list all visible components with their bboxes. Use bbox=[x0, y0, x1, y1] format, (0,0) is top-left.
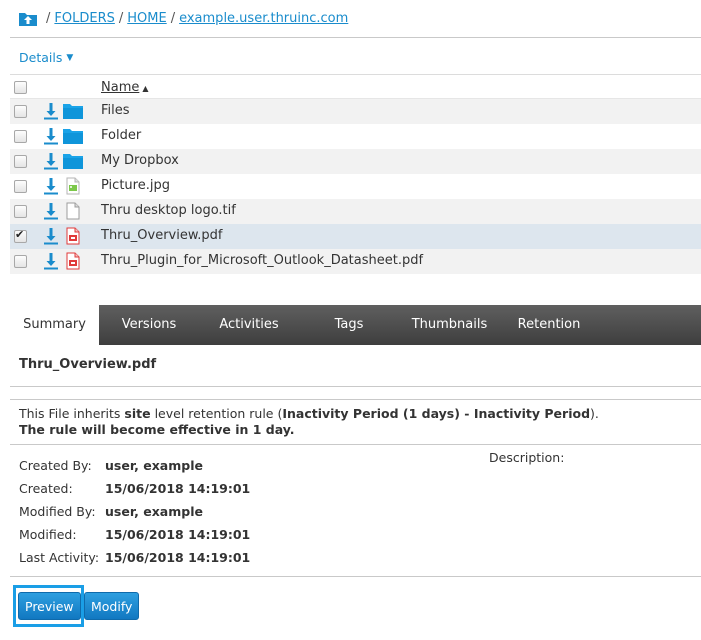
retention-text: This File inherits bbox=[19, 406, 125, 421]
meta-label: Created: bbox=[19, 481, 73, 496]
row-checkbox[interactable] bbox=[14, 130, 27, 143]
breadcrumb-folders-link[interactable]: FOLDERS bbox=[54, 11, 114, 26]
file-name[interactable]: Picture.jpg bbox=[101, 178, 170, 193]
tab-thumbnails[interactable]: Thumbnails bbox=[407, 305, 492, 345]
table-row[interactable]: Thru_Plugin_for_Microsoft_Outlook_Datash… bbox=[10, 249, 701, 274]
image-file-icon bbox=[66, 177, 80, 195]
retention-level: site bbox=[124, 406, 151, 421]
row-checkbox[interactable] bbox=[14, 255, 27, 268]
table-header: Name ▲ bbox=[10, 74, 701, 99]
folder-icon bbox=[63, 129, 83, 144]
retention-rule: Inactivity Period (1 days) - Inactivity … bbox=[282, 406, 591, 421]
divider bbox=[10, 37, 701, 38]
tab-tags[interactable]: Tags bbox=[314, 305, 384, 345]
generic-file-icon bbox=[66, 202, 80, 220]
table-row[interactable]: Picture.jpg bbox=[10, 174, 701, 199]
tab-bar: Summary Versions Activities Tags Thumbna… bbox=[10, 305, 701, 345]
file-name[interactable]: Thru_Plugin_for_Microsoft_Outlook_Datash… bbox=[101, 253, 423, 268]
tab-versions[interactable]: Versions bbox=[109, 305, 189, 345]
table-row[interactable]: Folder bbox=[10, 124, 701, 149]
file-table: Name ▲ Files Folder My Dropbox Picture.jp… bbox=[10, 74, 701, 274]
row-checkbox[interactable] bbox=[14, 205, 27, 218]
meta-row: Modified: 15/06/2018 14:19:01 bbox=[19, 525, 319, 548]
breadcrumb-separator: / bbox=[118, 10, 124, 26]
breadcrumb-separator: / bbox=[46, 10, 51, 26]
row-checkbox[interactable] bbox=[14, 155, 27, 168]
meta-row: Created By: user, example bbox=[19, 456, 319, 479]
table-row[interactable]: Files bbox=[10, 99, 701, 124]
tab-retention[interactable]: Retention bbox=[510, 305, 588, 345]
retention-notice: This File inherits site level retention … bbox=[19, 406, 599, 438]
breadcrumb: / FOLDERS / HOME / example.user.thruinc.… bbox=[18, 8, 348, 28]
file-metadata: Created By: user, example Created: 15/06/2… bbox=[19, 456, 319, 571]
meta-label: Modified By: bbox=[19, 504, 96, 519]
meta-value: 15/06/2018 14:19:01 bbox=[105, 481, 251, 496]
pdf-file-icon bbox=[66, 227, 80, 245]
name-column-header[interactable]: Name ▲ bbox=[101, 80, 149, 95]
retention-text: level retention rule ( bbox=[150, 406, 283, 421]
meta-row: Modified By: user, example bbox=[19, 502, 319, 525]
folder-icon bbox=[63, 154, 83, 169]
download-icon[interactable] bbox=[43, 152, 59, 170]
file-name[interactable]: Thru_Overview.pdf bbox=[101, 228, 223, 243]
meta-value: 15/06/2018 14:19:01 bbox=[105, 527, 251, 542]
meta-value: user, example bbox=[105, 458, 203, 473]
description-label: Description: bbox=[489, 450, 565, 465]
divider bbox=[10, 576, 701, 577]
table-row[interactable]: My Dropbox bbox=[10, 149, 701, 174]
row-checkbox-checked[interactable] bbox=[14, 228, 27, 243]
download-icon[interactable] bbox=[43, 252, 59, 270]
table-row-selected[interactable]: Thru_Overview.pdf bbox=[10, 224, 701, 249]
folder-up-icon[interactable] bbox=[18, 9, 38, 27]
file-name[interactable]: Thru desktop logo.tif bbox=[101, 203, 236, 218]
caret-down-icon: ▼ bbox=[66, 52, 74, 63]
download-icon[interactable] bbox=[43, 227, 59, 245]
name-header-label: Name bbox=[101, 80, 140, 95]
download-icon[interactable] bbox=[43, 127, 59, 145]
meta-row: Last Activity: 15/06/2018 14:19:01 bbox=[19, 548, 319, 571]
meta-row: Created: 15/06/2018 14:19:01 bbox=[19, 479, 319, 502]
retention-effective: The rule will become effective in 1 day. bbox=[19, 422, 295, 437]
breadcrumb-separator: / bbox=[170, 10, 176, 26]
retention-text: ). bbox=[590, 406, 599, 421]
tab-activities[interactable]: Activities bbox=[209, 305, 289, 345]
breadcrumb-home-link[interactable]: HOME bbox=[127, 11, 166, 26]
meta-value: 15/06/2018 14:19:01 bbox=[105, 550, 251, 565]
divider bbox=[10, 386, 701, 387]
details-label: Details bbox=[19, 50, 63, 65]
row-checkbox[interactable] bbox=[14, 105, 27, 118]
divider bbox=[10, 444, 701, 445]
folder-icon bbox=[63, 104, 83, 119]
file-name[interactable]: My Dropbox bbox=[101, 153, 179, 168]
row-checkbox[interactable] bbox=[14, 180, 27, 193]
meta-label: Modified: bbox=[19, 527, 77, 542]
file-title: Thru_Overview.pdf bbox=[19, 357, 157, 372]
breadcrumb-user-link[interactable]: example.user.thruinc.com bbox=[179, 11, 348, 26]
download-icon[interactable] bbox=[43, 202, 59, 220]
select-all-checkbox[interactable] bbox=[14, 81, 27, 94]
pdf-file-icon bbox=[66, 252, 80, 270]
modify-button[interactable]: Modify bbox=[84, 592, 140, 620]
meta-label: Last Activity: bbox=[19, 550, 100, 565]
file-name[interactable]: Files bbox=[101, 103, 130, 118]
download-icon[interactable] bbox=[43, 177, 59, 195]
divider bbox=[10, 399, 701, 400]
download-icon[interactable] bbox=[43, 102, 59, 120]
tab-summary[interactable]: Summary bbox=[10, 305, 99, 345]
meta-label: Created By: bbox=[19, 458, 92, 473]
preview-button[interactable]: Preview bbox=[18, 592, 81, 620]
details-dropdown[interactable]: Details ▼ bbox=[19, 50, 73, 65]
file-name[interactable]: Folder bbox=[101, 128, 141, 143]
sort-ascending-icon: ▲ bbox=[142, 84, 149, 93]
table-row[interactable]: Thru desktop logo.tif bbox=[10, 199, 701, 224]
meta-value: user, example bbox=[105, 504, 203, 519]
